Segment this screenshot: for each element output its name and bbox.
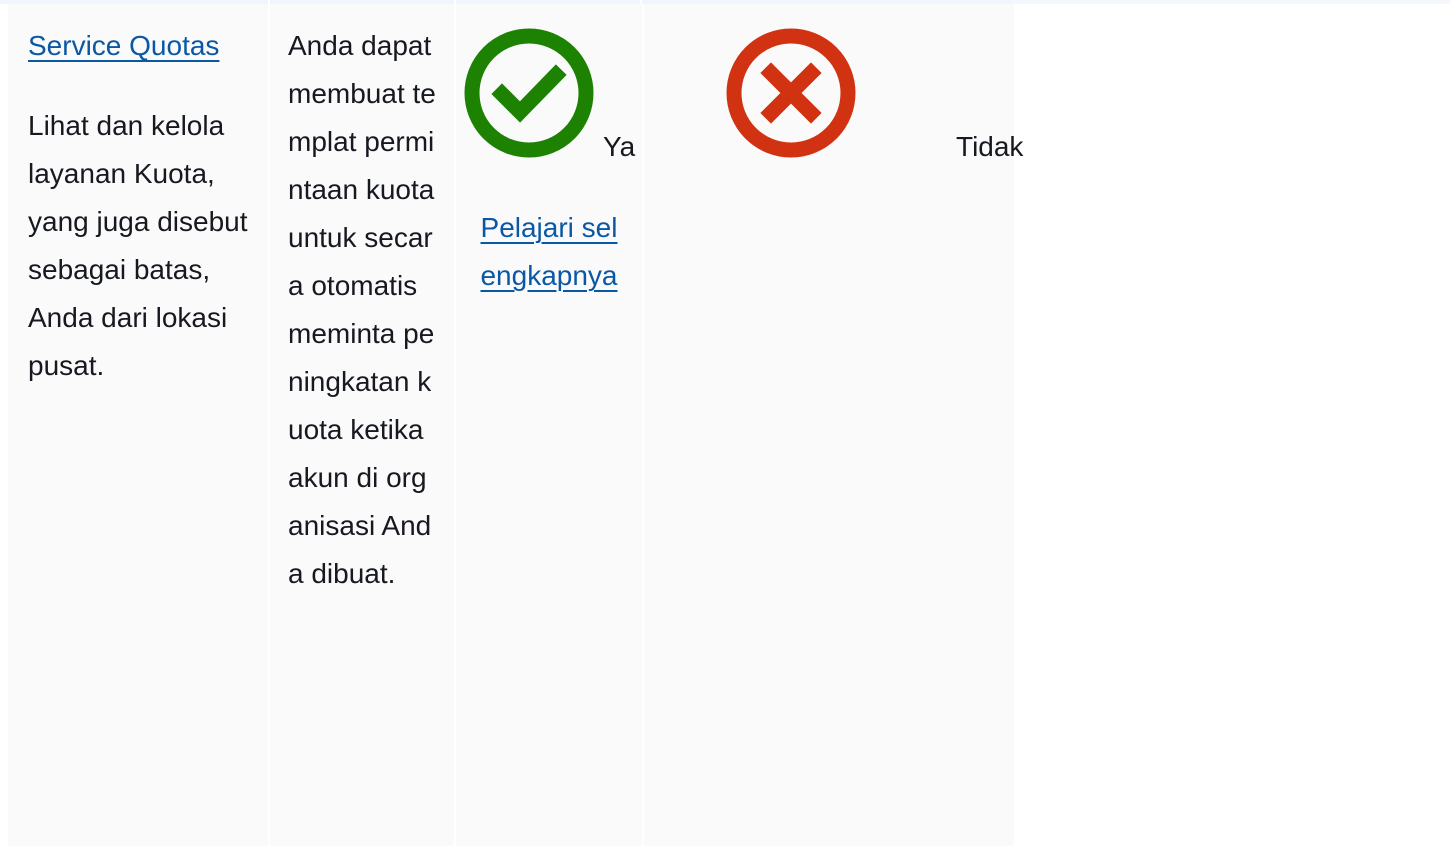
x-circle-icon [726, 28, 856, 158]
check-circle-icon [464, 28, 594, 158]
table-row: Service Quotas Lihat dan kelola layanan … [8, 4, 1023, 846]
learn-more-link[interactable]: Pelajari selengkapnya [474, 204, 624, 300]
supported-cell: Ya Pelajari selengkapnya [456, 4, 642, 846]
not-supported-label: Tidak [956, 131, 1024, 162]
service-cell: Service Quotas Lihat dan kelola layanan … [8, 4, 268, 846]
service-description: Lihat dan kelola layanan Kuota, yang jug… [28, 110, 248, 381]
service-quotas-link[interactable]: Service Quotas [28, 30, 219, 61]
feature-description-cell: Anda dapat membuat templat permintaan ku… [270, 4, 454, 846]
supported-label: Ya [603, 131, 636, 162]
feature-description: Anda dapat membuat templat permintaan ku… [288, 30, 436, 589]
learn-more-wrapper: Pelajari selengkapnya [456, 204, 642, 300]
not-supported-cell: Tidak [644, 4, 1023, 846]
